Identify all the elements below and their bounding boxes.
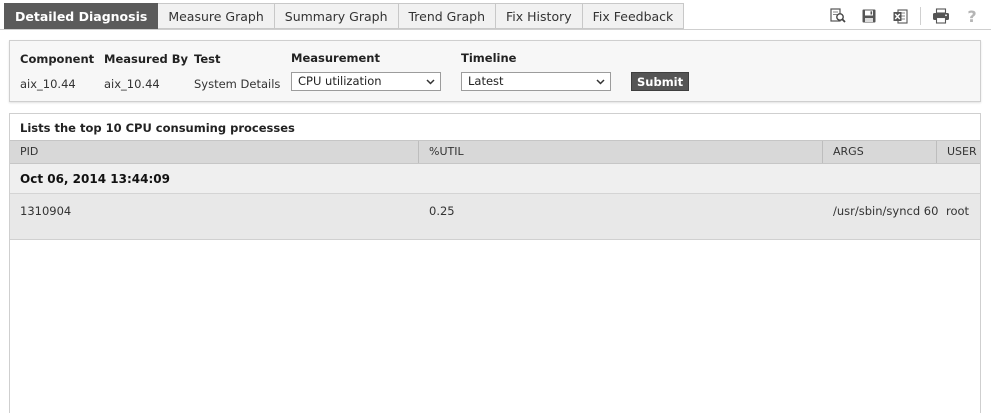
help-icon[interactable]: ? bbox=[961, 5, 983, 27]
table-header: PID %UTIL ARGS USER bbox=[10, 140, 980, 164]
tab-detailed-diagnosis[interactable]: Detailed Diagnosis bbox=[4, 3, 159, 29]
measurement-label: Measurement bbox=[291, 51, 380, 65]
measurement-selected-value: CPU utilization bbox=[298, 74, 382, 88]
component-value: aix_10.44 bbox=[20, 77, 76, 91]
toolbar-divider bbox=[920, 7, 921, 25]
chevron-down-icon bbox=[596, 79, 605, 85]
cell-user: root bbox=[946, 204, 970, 218]
measurement-select[interactable]: CPU utilization bbox=[291, 72, 441, 91]
timeline-select[interactable]: Latest bbox=[461, 72, 611, 91]
tab-measure-graph[interactable]: Measure Graph bbox=[158, 3, 275, 29]
table-row: 1310904 0.25 /usr/sbin/syncd 60 root bbox=[10, 194, 980, 240]
excel-export-icon[interactable] bbox=[889, 5, 911, 27]
chevron-down-icon bbox=[426, 79, 435, 85]
tab-list: Detailed Diagnosis Measure Graph Summary… bbox=[4, 3, 685, 29]
measured-by-field: Measured By aix_10.44 bbox=[104, 52, 188, 91]
component-field: Component aix_10.44 bbox=[20, 52, 94, 91]
column-header-user[interactable]: USER bbox=[936, 141, 980, 163]
measured-by-label: Measured By bbox=[104, 52, 189, 66]
cell-pid: 1310904 bbox=[20, 204, 72, 218]
submit-button[interactable]: Submit bbox=[631, 72, 690, 91]
cell-util: 0.25 bbox=[429, 204, 455, 218]
toolbar: ? bbox=[818, 5, 983, 27]
tab-bar: Detailed Diagnosis Measure Graph Summary… bbox=[0, 0, 991, 30]
component-label: Component bbox=[20, 52, 95, 66]
timestamp-group-row: Oct 06, 2014 13:44:09 bbox=[10, 164, 980, 194]
measurement-field: Measurement bbox=[291, 51, 380, 65]
search-report-icon[interactable] bbox=[827, 5, 849, 27]
group-timestamp: Oct 06, 2014 13:44:09 bbox=[20, 172, 170, 186]
timeline-label: Timeline bbox=[461, 51, 517, 65]
test-label: Test bbox=[194, 52, 221, 66]
column-header-util[interactable]: %UTIL bbox=[418, 141, 822, 163]
cell-args: /usr/sbin/syncd 60 bbox=[833, 204, 939, 218]
results-panel: Lists the top 10 CPU consuming processes… bbox=[9, 113, 981, 413]
print-icon[interactable] bbox=[930, 5, 952, 27]
filter-panel: Component aix_10.44 Measured By aix_10.4… bbox=[9, 40, 981, 102]
help-glyph: ? bbox=[967, 6, 977, 26]
tab-fix-feedback[interactable]: Fix Feedback bbox=[582, 3, 685, 29]
tab-trend-graph[interactable]: Trend Graph bbox=[398, 3, 497, 29]
test-field: Test System Details bbox=[194, 52, 280, 91]
column-header-args[interactable]: ARGS bbox=[822, 141, 936, 163]
results-caption: Lists the top 10 CPU consuming processes bbox=[20, 121, 295, 135]
timeline-field: Timeline bbox=[461, 51, 516, 65]
tab-summary-graph[interactable]: Summary Graph bbox=[274, 3, 399, 29]
measured-by-value: aix_10.44 bbox=[104, 77, 160, 91]
test-value: System Details bbox=[194, 77, 281, 91]
save-icon[interactable] bbox=[858, 5, 880, 27]
tab-fix-history[interactable]: Fix History bbox=[496, 3, 583, 29]
timeline-selected-value: Latest bbox=[468, 74, 504, 88]
column-header-pid[interactable]: PID bbox=[10, 141, 418, 163]
